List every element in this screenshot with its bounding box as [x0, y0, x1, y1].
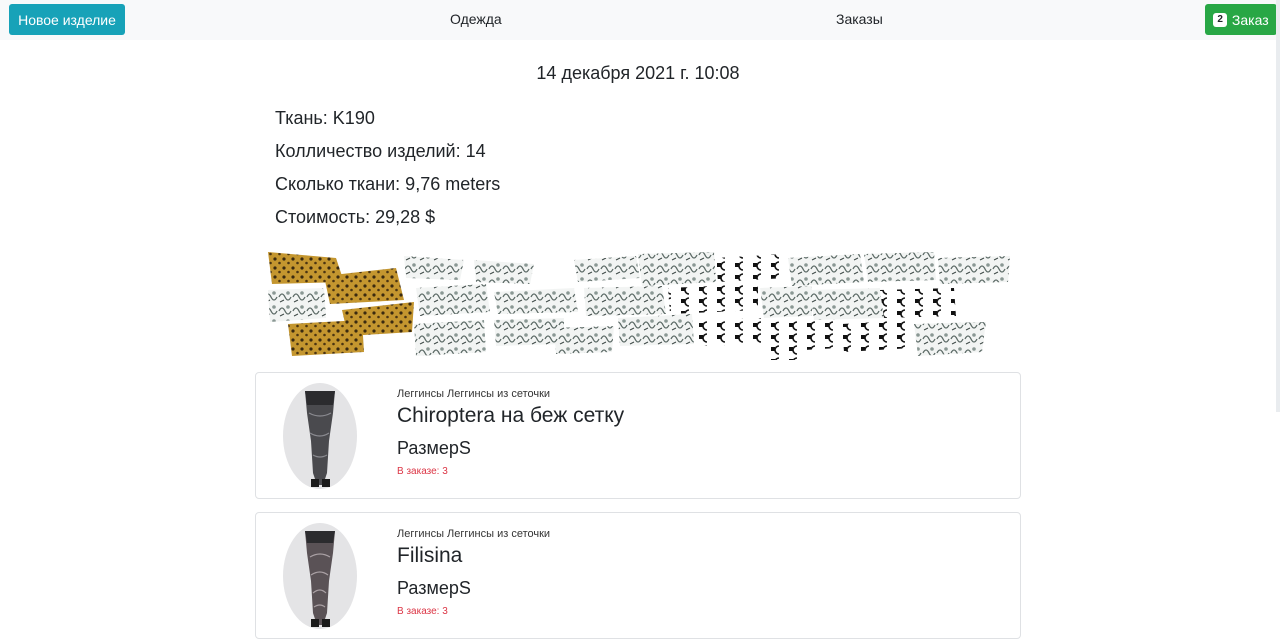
fabric-label: Ткань: K190: [275, 108, 375, 128]
order-count-badge: 2: [1213, 12, 1227, 27]
product-name[interactable]: Chiroptera на беж сетку: [397, 404, 624, 428]
product-size: РазмерS: [397, 578, 471, 598]
quantity-label: Колличество изделий: 14: [275, 141, 486, 161]
nav-link-orders[interactable]: Заказы: [836, 11, 883, 27]
order-button-label: Заказ: [1231, 11, 1269, 28]
in-order-count: В заказе: 3: [397, 606, 448, 617]
scrollbar[interactable]: [1276, 0, 1280, 412]
cost-label: Стоимость: 29,28 $: [275, 207, 436, 227]
order-date: 14 декабря 2021 г. 10:08: [536, 63, 740, 83]
product-image: [283, 523, 357, 629]
product-card[interactable]: Леггинсы Леггинсы из сеточки Filisina Ра…: [255, 512, 1021, 639]
product-image: [283, 383, 357, 489]
product-name[interactable]: Filisina: [397, 544, 462, 568]
product-size: РазмерS: [397, 438, 471, 458]
order-button[interactable]: 2 Заказ: [1205, 4, 1277, 35]
nav-link-clothing[interactable]: Одежда: [450, 11, 502, 27]
fabric-layout-image: [264, 248, 1014, 362]
top-navbar: Новое изделие Одежда Заказы 2 Заказ: [0, 0, 1280, 40]
product-category: Леггинсы Леггинсы из сеточки: [397, 528, 551, 540]
product-card[interactable]: Леггинсы Леггинсы из сеточки Chiroptera …: [255, 372, 1021, 499]
fabric-amount-label: Сколько ткани: 9,76 meters: [275, 174, 501, 194]
in-order-count: В заказе: 3: [397, 466, 448, 477]
new-item-button[interactable]: Новое изделие: [9, 4, 125, 35]
product-category: Леггинсы Леггинсы из сеточки: [397, 388, 551, 400]
